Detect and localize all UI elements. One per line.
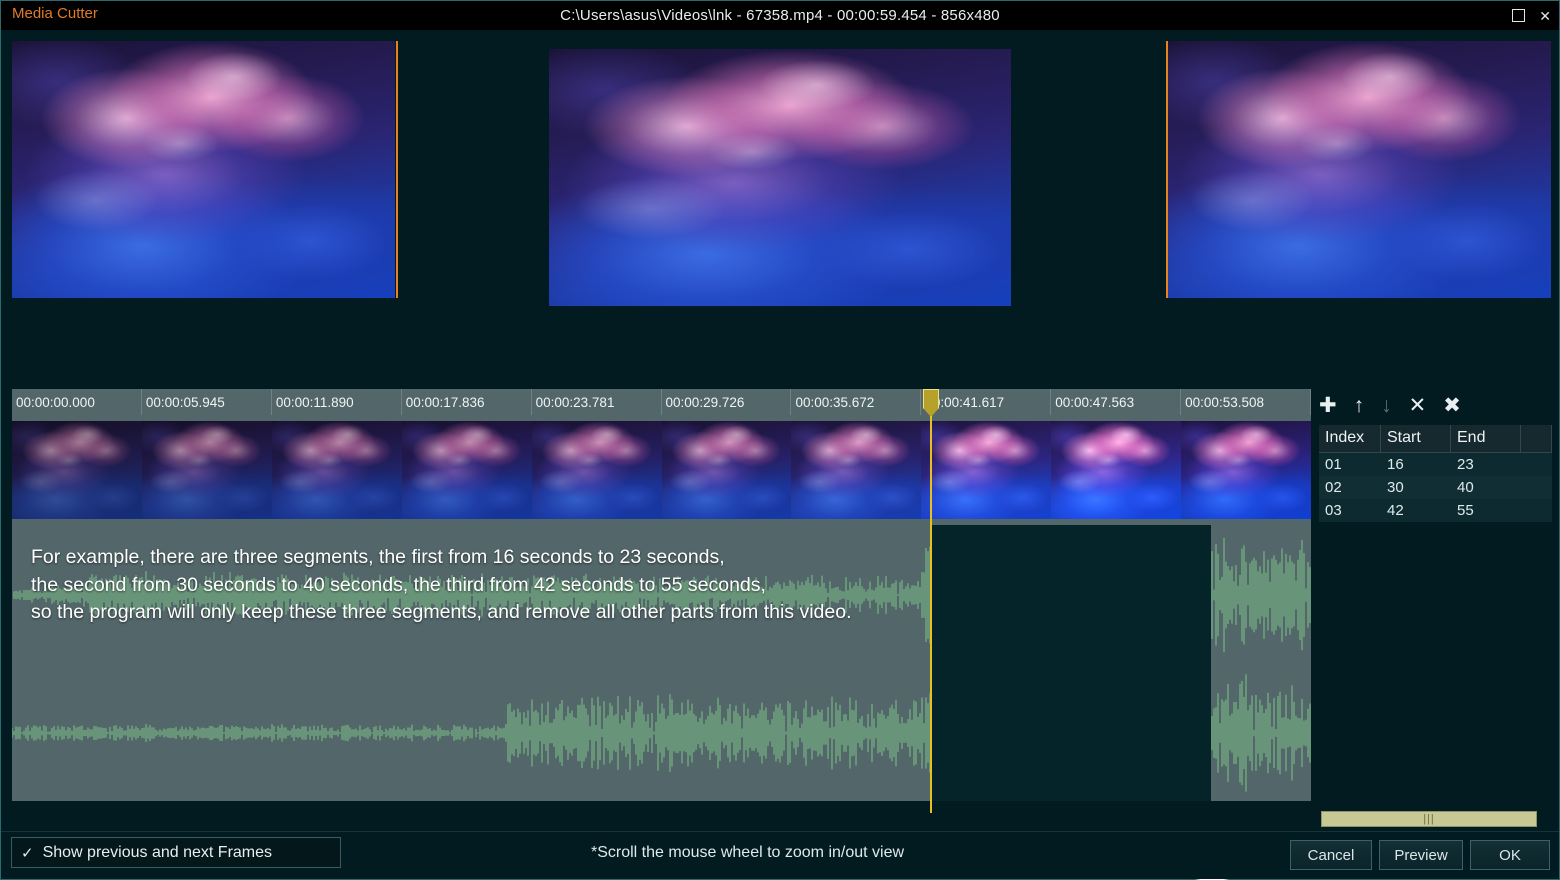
ruler-tick: 00:00:23.781 (532, 389, 662, 415)
table-row[interactable]: 01 16 23 (1319, 453, 1552, 476)
show-frames-checkbox[interactable]: ✓ Show previous and next Frames (11, 837, 341, 868)
preview-row (1, 30, 1559, 307)
ruler-tick: 00:00:35.672 (791, 389, 922, 415)
filmstrip-thumbnail[interactable] (791, 415, 922, 525)
cancel-button[interactable]: Cancel (1290, 840, 1372, 870)
window-controls: ✕ (1512, 1, 1551, 30)
segment-panel: ✚ ↑ ↓ ✕ ✖ Index Start End 01 16 23 02 30… (1314, 389, 1554, 809)
ruler-tick: 00:00:29.726 (662, 389, 792, 415)
filmstrip-thumbnail[interactable] (1181, 415, 1312, 525)
filmstrip-thumbnail[interactable] (401, 415, 532, 525)
cancel-label: Cancel (1307, 846, 1355, 864)
column-header-start: Start (1381, 425, 1451, 452)
filmstrip-thumbnail[interactable] (271, 415, 402, 525)
annotation-line-1: For example, there are three segments, t… (31, 546, 725, 568)
cell-start: 30 (1387, 479, 1404, 496)
filmstrip-thumbnail[interactable] (921, 415, 1052, 525)
preview-label: Preview (1394, 846, 1448, 864)
ruler-tick: 00:00:17.836 (402, 389, 532, 415)
cell-index: 01 (1325, 456, 1342, 473)
scrollbar-grip: ||| (1423, 813, 1435, 825)
preview-previous-frame[interactable] (12, 41, 395, 298)
preview-divider-left (396, 41, 398, 298)
playhead-line[interactable] (923, 389, 939, 813)
ok-label: OK (1499, 846, 1521, 864)
ruler-tick: 00:00:11.890 (272, 389, 402, 415)
column-header-end: End (1451, 425, 1521, 452)
annotation-line-2: the second from 30 seconds to 40 seconds… (31, 573, 766, 596)
frame-image-next (1168, 41, 1551, 298)
filmstrip-thumbnail[interactable] (1051, 415, 1182, 525)
move-down-button[interactable]: ↓ (1381, 395, 1392, 416)
cell-end: 40 (1457, 479, 1474, 496)
title-bar: Media Cutter C:\Users\asus\Videos\lnk - … (1, 1, 1559, 30)
close-icon[interactable]: ✕ (1539, 9, 1551, 23)
window-title: C:\Users\asus\Videos\lnk - 67358.mp4 - 0… (560, 7, 1000, 24)
cell-spacer (1521, 453, 1552, 476)
annotation-text: For example, there are three segments, t… (31, 544, 852, 627)
add-segment-button[interactable]: ✚ (1319, 395, 1337, 416)
ruler-tick: 00:00:05.945 (142, 389, 272, 415)
waveform-lane-secondary[interactable] (12, 661, 1311, 801)
segment-table: Index Start End 01 16 23 02 30 40 03 42 … (1319, 425, 1552, 522)
frame-image-current (549, 49, 1011, 306)
ruler-tick: 00:00:00.000 (12, 389, 142, 415)
show-frames-label: Show previous and next Frames (42, 843, 273, 861)
segment-table-header: Index Start End (1319, 425, 1552, 453)
waveform-selection-region-2 (931, 661, 1211, 801)
cell-end: 55 (1457, 502, 1474, 519)
filmstrip-thumbnail[interactable] (12, 415, 142, 525)
cell-end: 23 (1457, 456, 1474, 473)
ruler-tick: 00:00:47.563 (1051, 389, 1182, 415)
frame-image-previous (12, 41, 395, 298)
zoom-hint-text: *Scroll the mouse wheel to zoom in/out v… (591, 844, 905, 861)
preview-next-frame[interactable] (1168, 41, 1551, 298)
filmstrip-thumbnail[interactable] (661, 415, 792, 525)
cell-start: 16 (1387, 456, 1404, 473)
preview-divider-right (1166, 41, 1168, 298)
filmstrip[interactable] (12, 415, 1312, 525)
table-row[interactable]: 02 30 40 (1319, 476, 1552, 499)
footer-bar: ✓ Show previous and next Frames *Scroll … (1, 831, 1559, 879)
ok-button[interactable]: OK (1470, 840, 1550, 870)
delete-segment-button[interactable]: ✕ (1409, 395, 1427, 416)
control-bar: Gif 00:00:42.000 00:00:42.000 00:00:55.0… (1, 307, 1559, 727)
delete-all-segments-button[interactable]: ✖ (1443, 395, 1461, 416)
annotation-line-3: so the program will only keep these thre… (31, 601, 852, 623)
timeline-area: 00:00:00.000 00:00:05.945 00:00:11.890 0… (1, 389, 1559, 880)
checkmark-icon: ✓ (21, 844, 34, 862)
maximize-icon[interactable] (1512, 9, 1526, 22)
filmstrip-thumbnail[interactable] (531, 415, 662, 525)
ruler-tick: 00:00:41.617 (921, 389, 1052, 415)
cell-index: 02 (1325, 479, 1342, 496)
waveform-selection-region[interactable] (931, 525, 1211, 661)
move-up-button[interactable]: ↑ (1354, 395, 1365, 416)
table-row[interactable]: 03 42 55 (1319, 499, 1552, 522)
cell-index: 03 (1325, 502, 1342, 519)
media-cutter-window: Media Cutter C:\Users\asus\Videos\lnk - … (0, 0, 1560, 880)
column-header-spacer (1521, 425, 1552, 452)
ruler-tick: 00:00:53.508 (1181, 389, 1312, 415)
cell-start: 42 (1387, 502, 1404, 519)
filmstrip-thumbnail[interactable] (141, 415, 272, 525)
preview-current-frame[interactable] (549, 49, 1011, 306)
cell-spacer (1521, 499, 1552, 522)
timeline-ruler[interactable]: 00:00:00.000 00:00:05.945 00:00:11.890 0… (12, 389, 1312, 415)
column-header-index: Index (1319, 425, 1381, 452)
segment-toolbar: ✚ ↑ ↓ ✕ ✖ (1314, 389, 1554, 421)
cell-spacer (1521, 476, 1552, 499)
preview-button[interactable]: Preview (1379, 840, 1463, 870)
horizontal-scrollbar[interactable]: ||| (1321, 811, 1537, 827)
app-name: Media Cutter (12, 5, 98, 22)
